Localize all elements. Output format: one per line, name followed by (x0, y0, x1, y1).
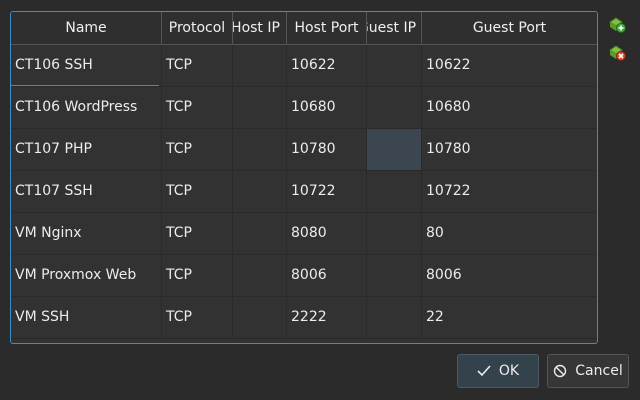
cell-protocol[interactable]: TCP (162, 255, 233, 296)
table-row[interactable]: CT107 SSH TCP 10722 10722 (11, 171, 597, 213)
cell-protocol[interactable]: TCP (162, 129, 233, 170)
cell-host-ip[interactable] (233, 255, 287, 296)
cell-host-port[interactable]: 8080 (287, 213, 367, 254)
cell-name[interactable]: CT107 PHP (11, 129, 162, 170)
cell-host-ip[interactable] (233, 171, 287, 212)
ok-button[interactable]: OK (457, 354, 539, 388)
cell-guest-port[interactable]: 10680 (422, 87, 597, 128)
column-header-protocol[interactable]: Protocol (162, 12, 233, 44)
cell-protocol[interactable]: TCP (162, 213, 233, 254)
port-forwarding-table[interactable]: Name Protocol Host IP Host Port Guest IP… (10, 11, 598, 344)
table-header: Name Protocol Host IP Host Port Guest IP… (11, 12, 597, 45)
remove-rule-button[interactable] (607, 43, 627, 63)
table-row[interactable]: VM SSH TCP 2222 22 (11, 297, 597, 339)
cell-name[interactable]: CT106 SSH (11, 45, 162, 86)
checkmark-icon (477, 365, 491, 377)
cell-guest-port[interactable]: 80 (422, 213, 597, 254)
cell-host-ip[interactable] (233, 87, 287, 128)
add-rule-icon (609, 17, 626, 33)
cell-guest-ip[interactable] (367, 171, 422, 212)
cell-guest-port[interactable]: 10722 (422, 171, 597, 212)
column-header-host-port[interactable]: Host Port (287, 12, 367, 44)
table-row[interactable]: CT107 PHP TCP 10780 10780 (11, 129, 597, 171)
table-row[interactable]: VM Proxmox Web TCP 8006 8006 (11, 255, 597, 297)
cell-host-port[interactable]: 8006 (287, 255, 367, 296)
cell-guest-ip[interactable] (367, 255, 422, 296)
column-header-host-ip[interactable]: Host IP (233, 12, 287, 44)
cancel-button-label: Cancel (575, 363, 623, 379)
cell-guest-ip[interactable] (367, 129, 422, 170)
cell-host-port[interactable]: 10722 (287, 171, 367, 212)
cell-guest-port[interactable]: 10622 (422, 45, 597, 86)
cell-host-ip[interactable] (233, 297, 287, 338)
remove-rule-icon (609, 45, 626, 61)
cell-host-port[interactable]: 10622 (287, 45, 367, 86)
cell-host-port[interactable]: 10780 (287, 129, 367, 170)
cell-protocol[interactable]: TCP (162, 297, 233, 338)
cell-protocol[interactable]: TCP (162, 171, 233, 212)
cancel-button[interactable]: Cancel (547, 354, 629, 388)
cell-name[interactable]: CT107 SSH (11, 171, 162, 212)
cell-host-ip[interactable] (233, 213, 287, 254)
column-header-guest-ip[interactable]: Guest IP (367, 12, 422, 44)
table-row[interactable]: VM Nginx TCP 8080 80 (11, 213, 597, 255)
cell-name[interactable]: VM SSH (11, 297, 162, 338)
cancel-icon (554, 364, 567, 378)
column-header-guest-port[interactable]: Guest Port (422, 12, 597, 44)
cell-host-ip[interactable] (233, 45, 287, 86)
column-header-name[interactable]: Name (11, 12, 162, 44)
cell-name[interactable]: CT106 WordPress (11, 87, 162, 128)
cell-host-port[interactable]: 2222 (287, 297, 367, 338)
cell-guest-ip[interactable] (367, 87, 422, 128)
table-row[interactable]: CT106 WordPress TCP 10680 10680 (11, 87, 597, 129)
add-rule-button[interactable] (607, 15, 627, 35)
cell-name[interactable]: VM Nginx (11, 213, 162, 254)
cell-host-ip[interactable] (233, 129, 287, 170)
cell-host-port[interactable]: 10680 (287, 87, 367, 128)
cell-protocol[interactable]: TCP (162, 87, 233, 128)
cell-guest-port[interactable]: 22 (422, 297, 597, 338)
cell-guest-port[interactable]: 8006 (422, 255, 597, 296)
cell-guest-ip[interactable] (367, 213, 422, 254)
focus-underline (11, 85, 159, 86)
cell-guest-port[interactable]: 10780 (422, 129, 597, 170)
cell-protocol[interactable]: TCP (162, 45, 233, 86)
table-row[interactable]: CT106 SSH TCP 10622 10622 (11, 45, 597, 87)
cell-guest-ip[interactable] (367, 45, 422, 86)
ok-button-label: OK (498, 363, 520, 379)
cell-guest-ip[interactable] (367, 297, 422, 338)
cell-name[interactable]: VM Proxmox Web (11, 255, 162, 296)
